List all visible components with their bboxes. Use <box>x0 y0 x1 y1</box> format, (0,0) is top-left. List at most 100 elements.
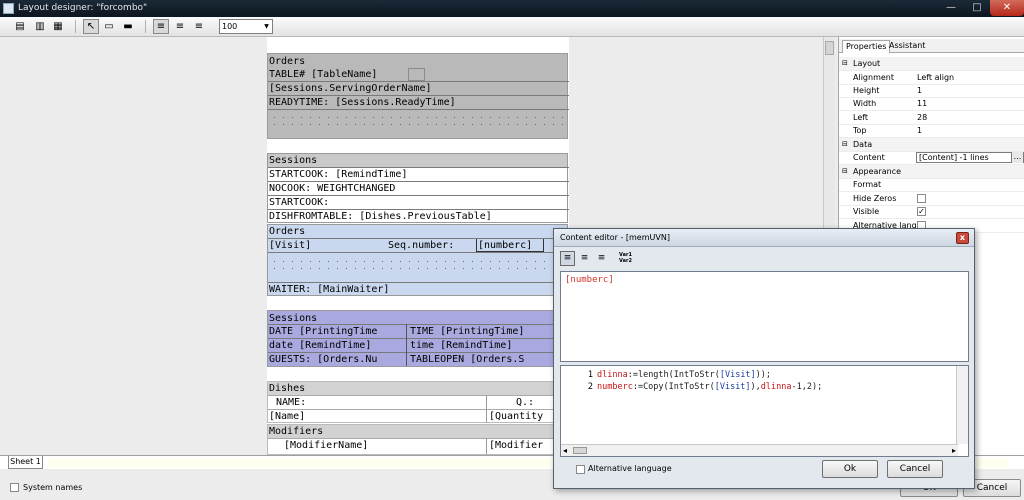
field-nocook[interactable]: NOCOOK: WEIGHTCHANGED <box>269 183 395 195</box>
hide-zeros-checkbox[interactable] <box>917 194 926 203</box>
band-tool-icon[interactable]: ▬ <box>120 19 136 34</box>
field-visit[interactable]: [Visit] <box>269 240 311 252</box>
prop-visible[interactable]: Visible ✓ <box>839 205 1024 219</box>
prop-value[interactable]: 1 <box>917 124 922 137</box>
open-layout-icon[interactable]: ▤ <box>12 19 28 34</box>
scrollbar-thumb[interactable] <box>825 41 834 55</box>
ok-button[interactable]: Ok <box>822 460 878 478</box>
script-editor[interactable]: 1 dlinna:=length(IntToStr([Visit])); 2 num… <box>560 365 969 457</box>
field-dish-name[interactable]: [Name] <box>269 411 305 423</box>
field-table-open[interactable]: TABLEOPEN [Orders.S <box>410 354 524 366</box>
field-seq-number[interactable]: Seq.number: <box>388 240 454 252</box>
dialog-close-button[interactable]: x <box>956 232 969 244</box>
band-title: Orders <box>269 56 306 67</box>
row-divider <box>268 181 569 182</box>
dialog-toolbar: ≡ ≡ ≡ Var1 Var2 <box>558 250 970 268</box>
prop-top[interactable]: Top 1 <box>839 124 1024 138</box>
category-data[interactable]: ⊟ Data <box>839 138 1024 152</box>
pointer-tool-icon[interactable]: ↖ <box>83 19 99 34</box>
field-serving-order[interactable]: [Sessions.ServingOrderName] <box>269 83 432 95</box>
prop-height[interactable]: Height 1 <box>839 84 1024 98</box>
ellipsis-button[interactable]: ... <box>1011 152 1023 163</box>
field-numberc[interactable]: [numberc] <box>478 240 532 252</box>
cancel-button[interactable]: Cancel <box>887 460 943 478</box>
field-modifier-name[interactable]: [ModifierName] <box>284 440 368 452</box>
sheet-tab-1[interactable]: Sheet 1 <box>8 456 43 469</box>
field-startcook[interactable]: STARTCOOK: [RemindTime] <box>269 169 407 181</box>
field-time-printing[interactable]: TIME [PrintingTime] <box>410 326 524 338</box>
field-time-remind[interactable]: time [RemindTime] <box>410 340 512 352</box>
prop-value: [Content] -1 lines <box>919 153 989 162</box>
collapse-icon[interactable]: ⊟ <box>842 138 848 151</box>
prop-value[interactable]: 11 <box>917 97 927 110</box>
window-close-button[interactable]: ✕ <box>990 0 1024 16</box>
visible-checkbox[interactable]: ✓ <box>917 207 926 216</box>
scrollbar-thumb[interactable] <box>573 447 587 454</box>
collapse-icon[interactable]: ⊟ <box>842 165 848 178</box>
chevron-down-icon[interactable]: ▼ <box>261 20 272 33</box>
field-waiter[interactable]: WAITER: [MainWaiter] <box>269 284 389 296</box>
field-box[interactable] <box>408 68 425 81</box>
prop-value[interactable]: 1 <box>917 84 922 97</box>
align-left-icon[interactable]: ≡ <box>153 19 169 34</box>
field-table-name[interactable]: TABLE# [TableName] <box>269 69 377 81</box>
field-guests[interactable]: GUESTS: [Orders.Nu <box>269 354 377 366</box>
orders-band[interactable]: Orders TABLE# [TableName] [Sessions.Serv… <box>267 53 569 139</box>
collapse-icon[interactable]: ⊟ <box>842 57 848 70</box>
field-date-printing[interactable]: DATE [PrintingTime <box>269 326 377 338</box>
column-divider <box>486 438 487 454</box>
prop-value[interactable]: 28 <box>917 111 927 124</box>
preview-icon[interactable]: ▦ <box>50 19 66 34</box>
align-center-icon[interactable]: ≡ <box>577 251 592 266</box>
code-text: ), <box>750 382 761 392</box>
scroll-left-icon[interactable]: ◂ <box>563 446 567 455</box>
save-layout-icon[interactable]: ▥ <box>32 19 48 34</box>
align-right-icon[interactable]: ≡ <box>191 19 207 34</box>
row-divider <box>268 395 569 396</box>
content-memo[interactable]: [numberc] <box>560 271 969 362</box>
field-tool-icon[interactable]: ▭ <box>101 19 117 34</box>
field-dish-from-table[interactable]: DISHFROMTABLE: [Dishes.PreviousTable] <box>269 211 492 223</box>
orders-band-2[interactable]: Orders [Visit] Seq.number: [numberc] WAI… <box>267 224 569 296</box>
field-ready-time[interactable]: READYTIME: [Sessions.ReadyTime] <box>269 97 456 109</box>
prop-content[interactable]: Content [Content] -1 lines... <box>839 151 1024 165</box>
scroll-right-icon[interactable]: ▸ <box>952 446 956 455</box>
prop-format[interactable]: Format <box>839 178 1024 192</box>
field-modifier[interactable]: [Modifier <box>489 440 543 452</box>
code-line-2: 2 numberc:=Copy(IntToStr([Visit]),dlinna-… <box>561 381 822 393</box>
sessions-band[interactable]: Sessions STARTCOOK: [RemindTime] NOCOOK:… <box>267 153 569 223</box>
editor-horizontal-scrollbar[interactable]: ◂ ▸ <box>561 444 958 456</box>
row-divider <box>268 438 569 439</box>
maximize-button[interactable]: □ <box>964 0 990 16</box>
system-names-checkbox[interactable] <box>10 483 19 492</box>
align-left-icon[interactable]: ≡ <box>560 251 575 266</box>
prop-left[interactable]: Left 28 <box>839 111 1024 125</box>
field-startcook-2[interactable]: STARTCOOK: <box>269 197 329 209</box>
sessions-band-2[interactable]: Sessions DATE [PrintingTime TIME [Printi… <box>267 310 569 367</box>
prop-value[interactable]: Left align <box>917 71 954 84</box>
tab-properties[interactable]: Properties <box>842 40 891 53</box>
prop-width[interactable]: Width 11 <box>839 97 1024 111</box>
alternative-language-checkbox[interactable] <box>576 465 585 474</box>
prop-alignment[interactable]: Alignment Left align <box>839 71 1024 85</box>
tab-assistant[interactable]: Assistant <box>886 40 928 53</box>
editor-vertical-scrollbar[interactable] <box>956 366 968 444</box>
minimize-button[interactable]: — <box>938 0 964 16</box>
align-center-icon[interactable]: ≡ <box>172 19 188 34</box>
dishes-band[interactable]: Dishes NAME: Q.: [Name] [Quantity <box>267 381 569 423</box>
column-divider <box>486 395 487 423</box>
align-right-icon[interactable]: ≡ <box>594 251 609 266</box>
prop-hide-zeros[interactable]: Hide Zeros <box>839 192 1024 206</box>
category-layout[interactable]: ⊟ Layout <box>839 57 1024 71</box>
zoom-select[interactable]: 100 ▼ <box>219 19 273 34</box>
column-divider <box>406 324 407 366</box>
category-appearance[interactable]: ⊟ Appearance <box>839 165 1024 179</box>
zoom-value: 100 <box>222 22 238 31</box>
field-date-remind[interactable]: date [RemindTime] <box>269 340 371 352</box>
report-page[interactable]: Orders TABLE# [TableName] [Sessions.Serv… <box>267 37 569 455</box>
insert-variable-icon[interactable]: Var1 Var2 <box>618 251 633 266</box>
modifiers-band[interactable]: Modifiers [ModifierName] [Modifier <box>267 424 569 455</box>
field-dish-quantity[interactable]: [Quantity <box>489 411 543 423</box>
content-value-box[interactable]: [Content] -1 lines... <box>916 152 1024 163</box>
prop-key: Format <box>853 180 882 189</box>
